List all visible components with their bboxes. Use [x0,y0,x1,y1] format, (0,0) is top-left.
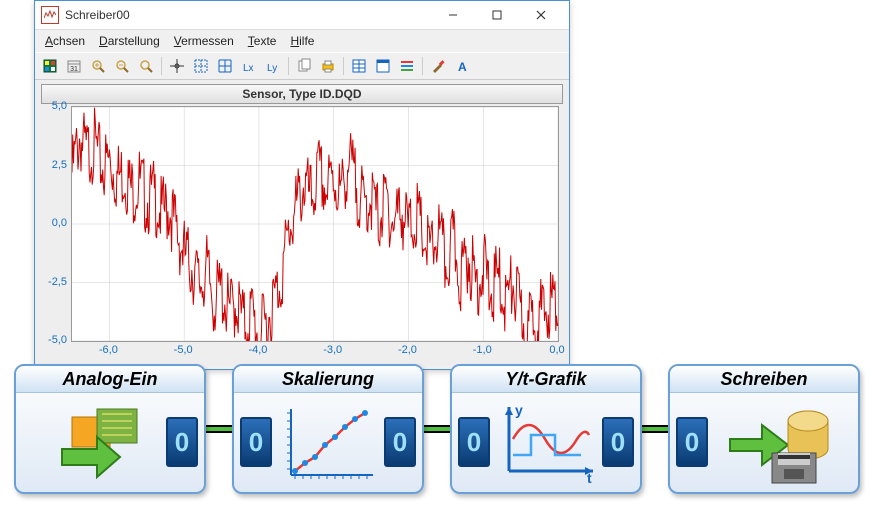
menu-darstellung[interactable]: Darstellung [93,32,166,50]
app-icon [41,6,59,24]
port-in[interactable]: 0 [240,417,272,467]
node-title: Schreiben [670,366,858,393]
port-in[interactable]: 0 [458,417,490,467]
chart-plot[interactable] [71,106,559,342]
menu-achsen[interactable]: Achsen [39,32,91,50]
write-disk-icon [708,397,846,487]
port-out[interactable]: 0 [384,417,416,467]
x-tick: -1,0 [473,344,492,356]
y-tick: -5,0 [48,334,67,346]
zoom-in-icon[interactable] [87,55,109,77]
panel-icon[interactable] [372,55,394,77]
y-tick: 5,0 [52,100,67,112]
y-axis: 5,02,50,0-2,5-5,0 [41,106,71,342]
zoom-reset-icon[interactable] [135,55,157,77]
grid-icon[interactable] [214,55,236,77]
pipeline: Analog-Ein0Skalierung00Y/t-Grafik0yt0Sch… [14,364,860,494]
node-title: Analog-Ein [16,366,204,393]
y-tick: -2,5 [48,276,67,288]
x-tick: -4,0 [248,344,267,356]
yt-graph-icon: yt [490,397,602,487]
port-out[interactable]: 0 [602,417,634,467]
port-in[interactable]: 0 [676,417,708,467]
y-tick: 2,5 [52,159,67,171]
x-tick: 0,0 [549,344,564,356]
svg-text:t: t [587,470,592,485]
svg-text:A: A [458,60,467,74]
x-tick: -5,0 [174,344,193,356]
toolbar: 31 Lx Ly A [35,52,569,80]
menu-vermessen[interactable]: Vermessen [168,32,240,50]
node-scaling[interactable]: Skalierung 0 0 [232,364,424,494]
palette-icon[interactable] [39,55,61,77]
axis-lx-icon[interactable]: Lx [238,55,260,77]
chart-area: Sensor, Type ID.DQD 5,0 2,5 0,0 -2,5 -5,0 -6… [35,80,569,366]
analog-in-icon [28,397,166,487]
grid-dashed-icon[interactable] [190,55,212,77]
node-title: Y/t-Grafik [452,366,640,393]
svg-text:Lx: Lx [243,63,254,74]
copy-icon[interactable] [293,55,315,77]
print-icon[interactable] [317,55,339,77]
minimize-button[interactable] [431,2,475,28]
x-axis: -6,0-5,0-4,0-3,0-2,0-1,00,0 [71,342,559,360]
svg-text:31: 31 [70,66,78,73]
node-analog-in[interactable]: Analog-Ein 0 [14,364,206,494]
node-title: Skalierung [234,366,422,393]
connector [640,422,670,436]
window-controls [431,2,563,28]
chart-window: Schreiber00 AchsenDarstellungVermessenTe… [34,0,570,370]
node-yt-graph[interactable]: Y/t-Grafik0yt0 [450,364,642,494]
y-tick: 0,0 [52,217,67,229]
window-title: Schreiber00 [65,8,431,22]
chart-title: Sensor, Type ID.DQD [41,84,563,104]
date-icon[interactable]: 31 [63,55,85,77]
x-tick: -2,0 [398,344,417,356]
table-icon[interactable] [348,55,370,77]
svg-text:y: y [515,402,523,418]
svg-text:Ly: Ly [267,63,277,74]
zoom-out-icon[interactable] [111,55,133,77]
lines-icon[interactable] [396,55,418,77]
titlebar[interactable]: Schreiber00 [35,1,569,30]
menu-hilfe[interactable]: Hilfe [284,32,320,50]
menubar: AchsenDarstellungVermessenTexteHilfe [35,30,569,52]
menu-texte[interactable]: Texte [242,32,283,50]
x-tick: -6,0 [99,344,118,356]
node-write-disk[interactable]: Schreiben 0 [668,364,860,494]
text-a-icon[interactable]: A [451,55,473,77]
crosshair-icon[interactable] [166,55,188,77]
axis-ly-icon[interactable]: Ly [262,55,284,77]
x-tick: -3,0 [323,344,342,356]
connector [422,422,452,436]
maximize-button[interactable] [475,2,519,28]
brush-icon[interactable] [427,55,449,77]
connector [204,422,234,436]
scaling-icon [272,397,384,487]
port-out[interactable]: 0 [166,417,198,467]
close-button[interactable] [519,2,563,28]
